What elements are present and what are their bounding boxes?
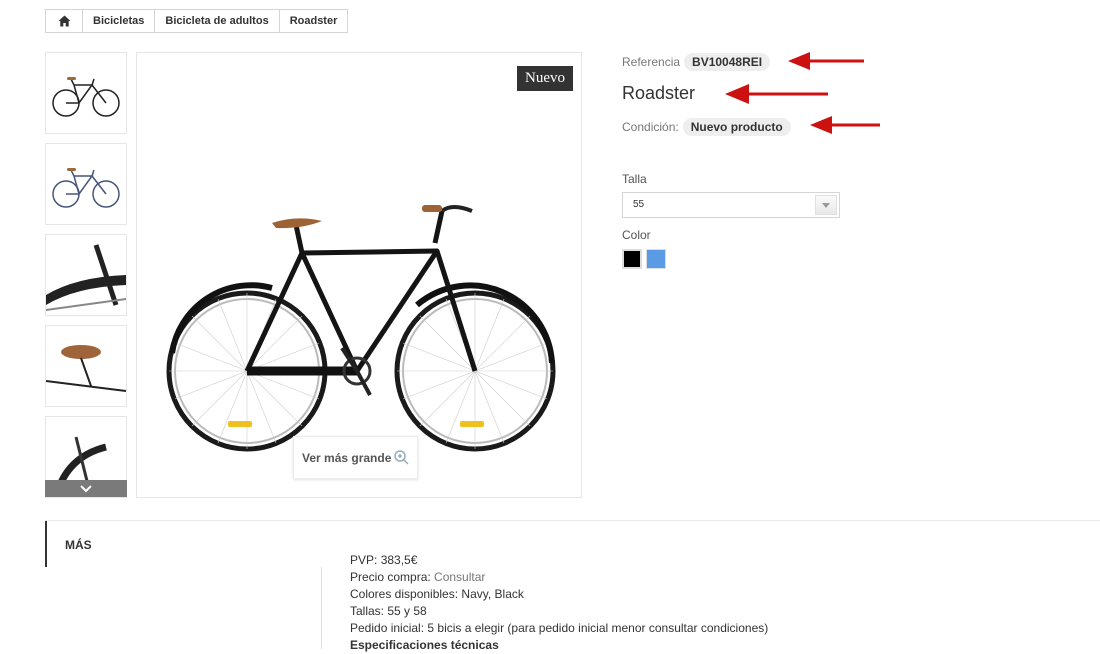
- description-divider: [321, 567, 322, 649]
- chevron-down-icon: [80, 484, 92, 492]
- tab-indicator: [45, 521, 47, 567]
- section-divider: [45, 520, 1100, 521]
- order-value: 5 bicis a elegir (para pedido inicial me…: [427, 621, 769, 635]
- bicycle-image: [166, 205, 556, 452]
- size-select[interactable]: 55: [622, 192, 840, 218]
- purchase-price-label: Precio compra:: [350, 570, 431, 584]
- main-product-image[interactable]: Nuevo Ver más grande: [136, 52, 582, 498]
- order-line: Pedido inicial: 5 bicis a elegir (para p…: [350, 620, 768, 637]
- purchase-price-line: Precio compra: Consultar: [350, 569, 768, 586]
- order-label: Pedido inicial:: [350, 621, 425, 635]
- breadcrumb: Bicicletas Bicicleta de adultos Roadster: [45, 9, 349, 33]
- purchase-price-value: Consultar: [434, 570, 486, 584]
- view-larger-button[interactable]: Ver más grande: [293, 436, 419, 479]
- thumbnails-scroll-down-button[interactable]: [45, 480, 127, 497]
- breadcrumb-bicicleta-de-adultos[interactable]: Bicicleta de adultos: [154, 10, 278, 32]
- reference-label: Referencia: [622, 55, 681, 69]
- size-label: Talla: [622, 172, 647, 186]
- breadcrumb-bicicletas[interactable]: Bicicletas: [82, 10, 154, 32]
- caret-down-icon: [822, 202, 830, 208]
- sizes-line: Tallas: 55 y 58: [350, 603, 768, 620]
- zoom-in-icon: [394, 450, 409, 465]
- annotation-arrow-icon: [788, 52, 864, 70]
- colors-line: Colores disponibles: Navy, Black: [350, 586, 768, 603]
- thumbnail-4[interactable]: [45, 325, 127, 407]
- size-select-value: 55: [633, 199, 645, 210]
- tab-more[interactable]: MÁS: [65, 538, 92, 552]
- reference-row: Referencia BV10048REI: [622, 53, 771, 71]
- specs-heading: Especificaciones técnicas: [350, 638, 499, 652]
- color-label: Color: [622, 228, 651, 242]
- size-select-toggle[interactable]: [815, 195, 837, 215]
- condition-value: Nuevo producto: [682, 118, 791, 136]
- thumbnail-3[interactable]: [45, 234, 127, 316]
- thumbnail-list: [45, 52, 127, 498]
- product-description: PVP: 383,5€ Precio compra: Consultar Col…: [350, 552, 768, 654]
- colors-value: Navy, Black: [461, 587, 524, 601]
- color-swatch-blue[interactable]: [646, 249, 666, 269]
- bike-detail-thumbnail-image: [46, 244, 126, 311]
- new-badge: Nuevo: [517, 66, 573, 91]
- thumbnail-2[interactable]: [45, 143, 127, 225]
- product-title: Roadster: [622, 83, 696, 103]
- reference-value: BV10048REI: [684, 53, 771, 71]
- color-swatches: [622, 249, 666, 269]
- saddle-thumbnail-image: [46, 345, 126, 392]
- condition-label: Condición:: [622, 120, 679, 134]
- pvp-label: PVP:: [350, 553, 378, 567]
- color-swatch-black[interactable]: [622, 249, 642, 269]
- annotation-arrow-icon: [725, 84, 828, 104]
- view-larger-label: Ver más grande: [302, 450, 392, 465]
- sizes-value: 55 y 58: [387, 604, 427, 618]
- breadcrumb-home[interactable]: [46, 10, 82, 32]
- thumbnail-1[interactable]: [45, 52, 127, 134]
- condition-row: Condición: Nuevo producto: [622, 118, 791, 136]
- breadcrumb-roadster[interactable]: Roadster: [278, 10, 348, 32]
- pvp-line: PVP: 383,5€: [350, 552, 768, 569]
- home-icon: [58, 15, 70, 27]
- colors-label: Colores disponibles:: [350, 587, 459, 601]
- sizes-label: Tallas:: [350, 604, 385, 618]
- pvp-value: 383,5€: [380, 553, 418, 567]
- annotation-arrow-icon: [810, 116, 880, 134]
- bike-thumbnail-image: [52, 168, 120, 208]
- bike-thumbnail-image: [52, 77, 120, 117]
